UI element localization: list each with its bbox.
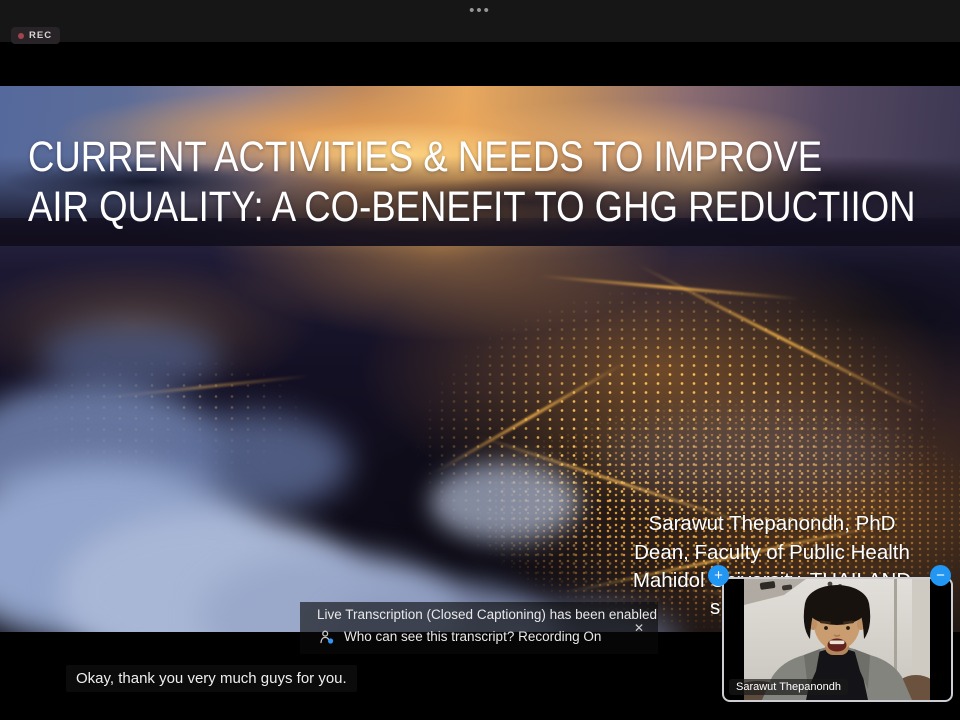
recording-indicator: REC xyxy=(11,27,60,44)
transcription-banner: Live Transcription (Closed Captioning) h… xyxy=(300,602,658,654)
thumbnail-minimize-button[interactable]: − xyxy=(930,565,951,586)
slide-title-line2: AIR QUALITY: A CO-BENEFIT TO GHG REDUCTI… xyxy=(28,182,960,232)
window-menu-dots-icon[interactable]: ••• xyxy=(0,5,960,17)
slide-title: CURRENT ACTIVITIES & NEEDS TO IMPROVE AI… xyxy=(28,132,960,232)
meeting-window: ••• REC CURRENT ACTIVI xyxy=(0,0,960,720)
slide-cloud xyxy=(40,322,220,392)
live-caption-bar: Okay, thank you very much guys for you. xyxy=(66,665,357,692)
credit-name: Sarawut Thepanondh, PhD xyxy=(598,510,946,539)
credit-role: Dean, Faculty of Public Health xyxy=(598,539,946,568)
transcription-message: Live Transcription (Closed Captioning) h… xyxy=(317,607,657,622)
self-view-video[interactable]: Sarawut Thepanondh xyxy=(722,577,953,702)
recording-label: REC xyxy=(29,30,52,41)
thumbnail-enlarge-button[interactable]: + xyxy=(708,565,729,586)
participant-name-tag: Sarawut Thepanondh xyxy=(729,679,848,695)
window-titlebar: ••• REC xyxy=(0,0,960,42)
transcription-detail-link[interactable]: Who can see this transcript? Recording O… xyxy=(320,629,601,644)
transcription-detail-label: Who can see this transcript? Recording O… xyxy=(344,629,601,644)
person-with-dot-icon xyxy=(320,630,334,644)
live-caption-text: Okay, thank you very much guys for you. xyxy=(76,670,347,687)
credit-partial-line: s xyxy=(710,596,720,620)
slide-title-line1: CURRENT ACTIVITIES & NEEDS TO IMPROVE xyxy=(28,132,960,182)
presentation-slide: CURRENT ACTIVITIES & NEEDS TO IMPROVE AI… xyxy=(0,86,960,632)
slide-cloud xyxy=(430,462,580,542)
close-icon[interactable]: ✕ xyxy=(634,622,644,634)
recording-dot-icon xyxy=(18,33,24,39)
slide-cloud xyxy=(600,412,900,502)
